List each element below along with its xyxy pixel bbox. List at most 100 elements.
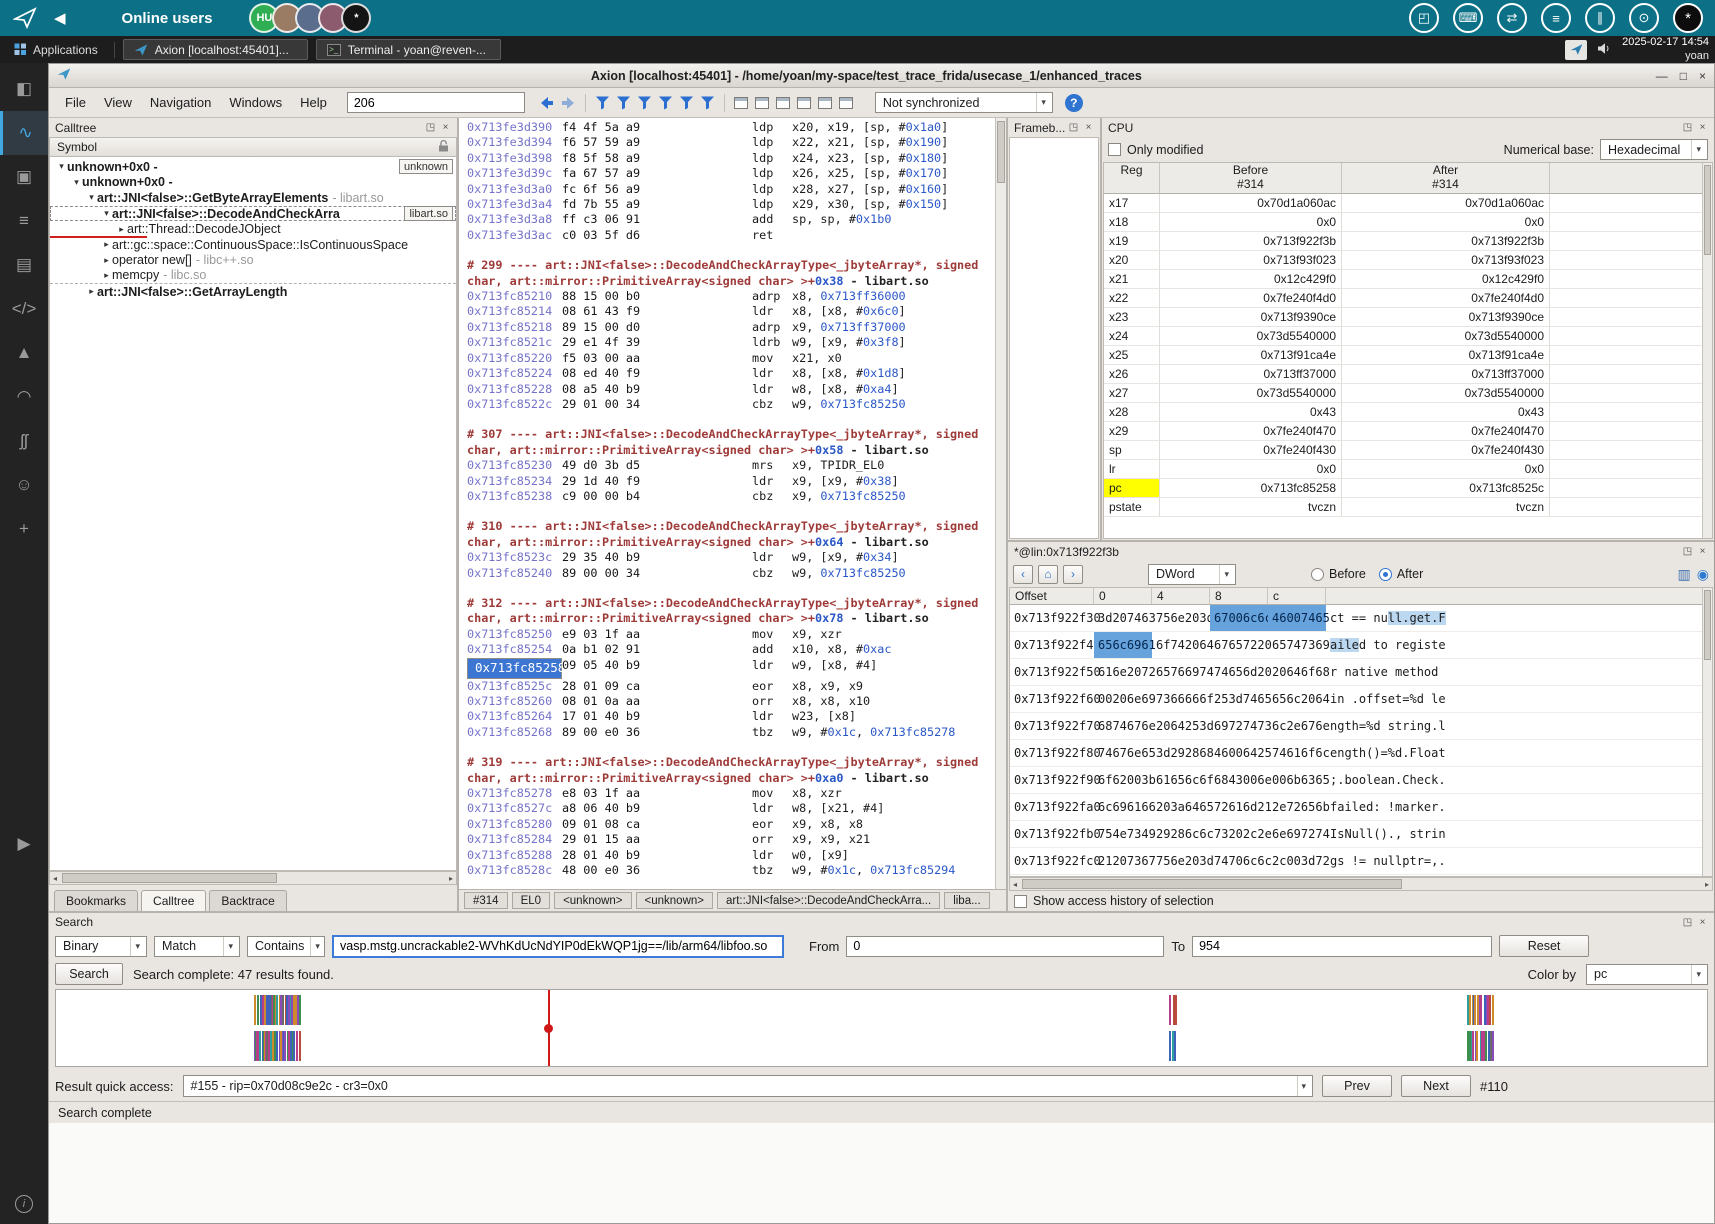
register-name[interactable]: x17 (1104, 193, 1160, 213)
new-cpu-view-icon[interactable] (773, 92, 794, 114)
scrollbar-thumb[interactable] (1022, 879, 1403, 889)
memory-cell[interactable]: 74656d20 (1210, 659, 1272, 686)
register-after-value[interactable]: 0x7fe240f470 (1342, 421, 1550, 441)
undock-panel-icon[interactable]: ◳ (425, 122, 436, 133)
collapse-icon[interactable]: ▾ (101, 208, 112, 219)
memory-cell[interactable]: 6f62003b (1094, 767, 1156, 794)
memory-cell[interactable]: 6c696166 (1094, 794, 1156, 821)
memory-offset[interactable]: 0x713f922f60 (1010, 686, 1101, 713)
memory-ascii[interactable]: IsNull()., strin (1326, 821, 1712, 848)
window-titlebar[interactable]: Axion [localhost:45401] - /home/yoan/my-… (49, 64, 1714, 88)
scrollbar-thumb[interactable] (1704, 165, 1711, 255)
asm-line[interactable]: 0x713fe3d3ac c0 03 5f d6 ret (467, 228, 994, 243)
power-icon[interactable]: ⊙ (1629, 3, 1659, 33)
document-icon[interactable]: ▤ (0, 243, 48, 287)
expand-icon[interactable]: ▸ (116, 224, 127, 235)
register-before-value[interactable]: 0x73d5540000 (1160, 383, 1342, 403)
instruction-address[interactable]: 0x713fe3d3a8 (467, 212, 562, 227)
scrollbar-thumb[interactable] (62, 873, 278, 883)
register-after-value[interactable]: 0x73d5540000 (1342, 383, 1550, 403)
memory-cell[interactable]: 2c003d72 (1268, 848, 1330, 875)
new-trace-view-icon[interactable] (731, 92, 752, 114)
new-memory-view-icon[interactable] (794, 92, 815, 114)
instruction-address[interactable]: 0x713fc8522c (467, 397, 562, 412)
register-before-value[interactable]: 0x70d1a060ac (1160, 193, 1342, 213)
register-after-value[interactable]: 0x713f9390ce (1342, 307, 1550, 327)
memory-cell[interactable]: 616e2072 (1094, 659, 1156, 686)
tab-bookmarks[interactable]: Bookm​arks (54, 890, 139, 911)
calltree-row[interactable]: ▾ art::JNI<false>::GetByteArrayElements - … (50, 190, 456, 206)
asm-line[interactable]: 0x713fc85264 17 01 40 b9 ldr w23, [x8] (467, 709, 994, 724)
register-name[interactable]: pc (1104, 478, 1160, 498)
from-input[interactable] (846, 935, 1165, 957)
breadcrumb-item[interactable]: <unknown> (554, 892, 632, 909)
play-icon[interactable]: ▶ (0, 822, 48, 866)
memory-cell[interactable]: 73202c2e (1210, 821, 1272, 848)
instruction-address[interactable]: 0x713fc85258 (467, 657, 565, 679)
instruction-address[interactable]: 0x713fe3d39c (467, 166, 562, 181)
expand-icon[interactable]: ▸ (101, 270, 112, 281)
new-framebuffer-view-icon[interactable] (836, 92, 857, 114)
undock-panel-icon[interactable]: ◳ (1682, 122, 1693, 133)
memory-offset[interactable]: 0x713f922fc0 (1010, 848, 1101, 875)
collapse-icon[interactable]: ▾ (71, 177, 82, 188)
instruction-address[interactable]: 0x713fc85264 (467, 709, 562, 724)
asm-line[interactable]: 0x713fe3d390 f4 4f 5a a9 ldp x20, x19, [sp,… (467, 120, 994, 135)
clock[interactable]: 2025-02-17 14:54 yoan (1622, 36, 1709, 62)
memory-cell[interactable]: 72616d21 (1210, 794, 1272, 821)
collapse-icon[interactable]: ▾ (86, 192, 97, 203)
register-before-value[interactable]: 0x0 (1160, 459, 1342, 479)
register-name[interactable]: x21 (1104, 269, 1160, 289)
search-mode-select[interactable]: Contains ▾ (247, 935, 325, 957)
memory-cell[interactable]: 46006425 (1210, 740, 1272, 767)
filter-strings-icon[interactable] (655, 92, 676, 114)
filter-memory-icon[interactable] (676, 92, 697, 114)
breadcrumb-item[interactable]: #314 (464, 892, 508, 909)
asm-line[interactable]: 0x713fc85240 89 00 00 34 cbz w9, 0x713fc852… (467, 566, 994, 581)
calltree-row[interactable]: ▾ unknown+0x0 - (50, 175, 456, 191)
instruction-address[interactable]: 0x713fc8525c (467, 679, 562, 694)
memory-cell[interactable]: 203a6465 (1152, 794, 1214, 821)
memory-cell[interactable]: 6e697274 (1268, 821, 1330, 848)
asm-line[interactable]: 0x713fe3d3a0 fc 6f 56 a9 ldp x28, x27, [sp,… (467, 182, 994, 197)
instruction-address[interactable]: 0x713fe3d3a4 (467, 197, 562, 212)
asm-line[interactable]: 0x713fe3d3a4 fd 7b 55 a9 ldp x29, x30, [sp,… (467, 197, 994, 212)
smiley-icon[interactable]: ☺ (0, 463, 48, 507)
screen-share-icon[interactable]: ◰ (1409, 3, 1439, 33)
register-name[interactable]: x29 (1104, 421, 1160, 441)
new-search-view-icon[interactable] (815, 92, 836, 114)
register-after-value[interactable]: 0x713f91ca4e (1342, 345, 1550, 365)
register-after-value[interactable]: 0x7fe240f430 (1342, 440, 1550, 460)
register-after-value[interactable]: 0x713ff37000 (1342, 364, 1550, 384)
undock-panel-icon[interactable]: ◳ (1682, 546, 1693, 557)
memory-cell[interactable]: 21207367 (1094, 848, 1156, 875)
asm-line[interactable]: 0x713fc85280 09 01 08 ca eor x9, x8, x8 (467, 817, 994, 832)
close-panel-icon[interactable]: × (1083, 122, 1094, 133)
register-after-value[interactable]: 0x12c429f0 (1342, 269, 1550, 289)
register-name[interactable]: sp (1104, 440, 1160, 460)
instruction-address[interactable]: 0x713fc85238 (467, 489, 562, 504)
memory-ascii[interactable]: ength()=%d.Float (1326, 740, 1712, 767)
close-panel-icon[interactable]: × (1697, 122, 1708, 133)
before-radio[interactable]: Before (1311, 567, 1366, 581)
memory-cell[interactable]: 656c2064 (1268, 686, 1330, 713)
instruction-address[interactable]: 0x713fc8521c (467, 335, 562, 350)
memory-cell[interactable]: 6f742064 (1152, 632, 1214, 659)
register-after-value[interactable]: 0x70d1a060ac (1342, 193, 1550, 213)
memory-hscrollbar[interactable]: ◂ ▸ (1009, 877, 1713, 891)
memory-cell[interactable]: 7366666f (1152, 686, 1214, 713)
asm-line[interactable]: 0x713fc85238 c9 00 00 b4 cbz x9, 0x713fc852… (467, 489, 994, 504)
register-after-value[interactable]: 0x43 (1342, 402, 1550, 422)
tray-axion-icon[interactable] (1565, 39, 1588, 60)
register-name[interactable]: x20 (1104, 250, 1160, 270)
lock-icon[interactable] (438, 139, 449, 155)
reset-button[interactable]: Reset (1499, 935, 1590, 957)
sync-select[interactable]: Not synchronized ▾ (874, 92, 1053, 113)
asm-line[interactable]: 0x713fc8525c 28 01 09 ca eor x8, x9, x9 (467, 679, 994, 694)
calltree-row[interactable]: ▸ art::gc::space::ContinuousSpace::IsCont… (50, 237, 456, 253)
code-icon[interactable]: </> (0, 287, 48, 331)
close-panel-icon[interactable]: × (1697, 917, 1708, 928)
asm-line[interactable]: 0x713fc85210 88 15 00 b0 adrp x8, 0x713ff36… (467, 289, 994, 304)
scrollbar-thumb[interactable] (997, 121, 1005, 183)
instruction-address[interactable]: 0x713fe3d3ac (467, 228, 562, 243)
